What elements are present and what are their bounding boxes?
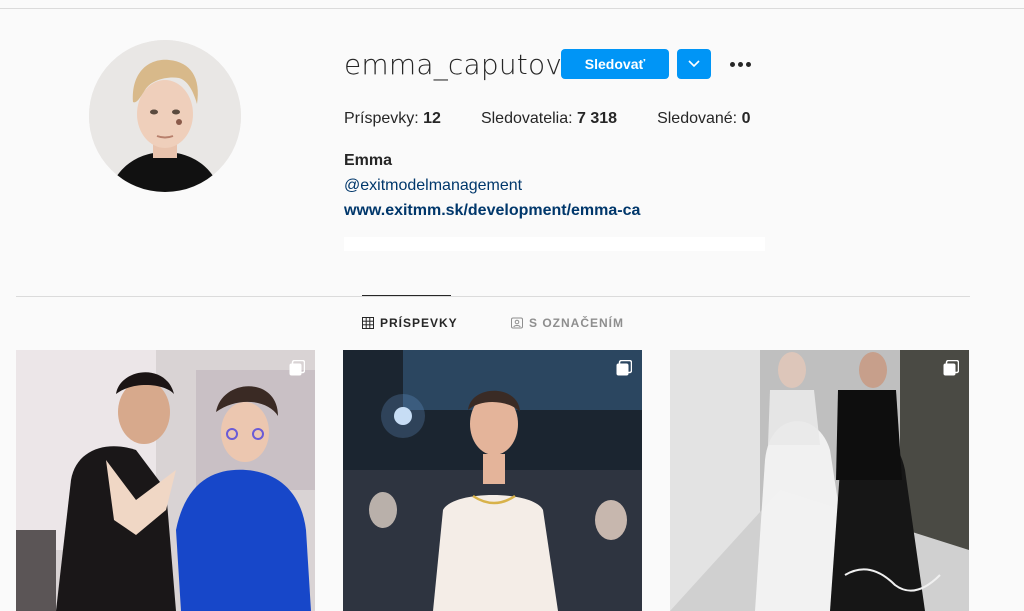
tab-posts-label: PRÍSPEVKY <box>380 316 458 330</box>
profile-stats: Príspevky: 12 Sledovatelia: 7 318 Sledov… <box>344 110 790 128</box>
redacted-bio-line <box>344 237 765 251</box>
tabs-divider <box>16 296 970 297</box>
more-dot-icon <box>745 61 751 67</box>
follow-button[interactable]: Sledovať <box>561 49 669 79</box>
posts-count-label: Príspevky: <box>344 110 419 127</box>
tab-tagged-label: S OZNAČENÍM <box>529 316 624 330</box>
followers-count[interactable]: Sledovatelia: 7 318 <box>481 110 617 128</box>
profile-username: emma_caputova <box>344 48 580 81</box>
profile-website-link[interactable]: www.exitmm.sk/development/emma-ca <box>344 202 640 220</box>
active-tab-indicator <box>362 295 451 296</box>
tab-tagged[interactable]: S OZNAČENÍM <box>511 316 624 330</box>
posts-count-value: 12 <box>423 110 441 127</box>
profile-avatar[interactable] <box>89 40 241 192</box>
bio-mention-link[interactable]: @exitmodelmanagement <box>344 177 522 195</box>
tagged-icon <box>511 317 523 329</box>
multiple-posts-icon <box>289 360 305 376</box>
multiple-posts-icon <box>943 360 959 376</box>
grid-icon <box>362 317 374 329</box>
tab-posts[interactable]: PRÍSPEVKY <box>362 316 458 330</box>
profile-full-name: Emma <box>344 152 393 169</box>
more-dot-icon <box>729 61 735 67</box>
more-dot-icon <box>737 61 743 67</box>
post-thumbnail[interactable] <box>670 350 969 611</box>
following-count-label: Sledované: <box>657 110 738 127</box>
multiple-posts-icon <box>616 360 632 376</box>
followers-count-label: Sledovatelia: <box>480 110 573 127</box>
post-image <box>16 350 315 611</box>
suggestions-dropdown-button[interactable] <box>677 49 711 79</box>
more-options-button[interactable] <box>726 52 754 76</box>
post-thumbnail[interactable] <box>16 350 315 611</box>
post-image <box>670 350 969 611</box>
top-border <box>0 8 1024 9</box>
posts-count: Príspevky: 12 <box>344 110 441 128</box>
chevron-down-icon <box>688 60 700 68</box>
post-thumbnail[interactable] <box>343 350 642 611</box>
following-count[interactable]: Sledované: 0 <box>657 110 750 128</box>
following-count-value: 0 <box>741 110 751 127</box>
followers-count-value: 7 318 <box>577 110 618 127</box>
post-image <box>343 350 642 611</box>
